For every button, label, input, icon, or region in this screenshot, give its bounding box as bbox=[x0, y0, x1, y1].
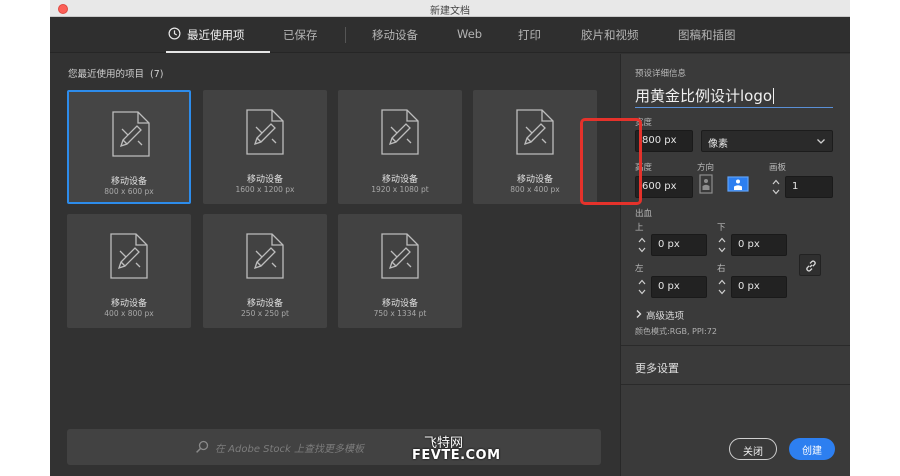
preset-size: 400 x 800 px bbox=[104, 309, 154, 318]
preset-size: 750 x 1334 pt bbox=[373, 309, 427, 318]
document-name-text: 用黄金比例设计logo bbox=[635, 87, 773, 105]
advanced-options-toggle[interactable]: 高级选项 bbox=[646, 308, 684, 322]
unit-select[interactable]: 像素 bbox=[701, 130, 833, 152]
close-button[interactable]: 关闭 bbox=[729, 438, 777, 460]
preset-name: 移动设备 bbox=[381, 299, 418, 309]
category-tabs: 最近使用项 已保存 移动设备 Web 打印 胶片和视频 图稿和插图 bbox=[50, 17, 850, 53]
preset-card[interactable]: 移动设备 400 x 800 px bbox=[67, 214, 191, 328]
watermark-site: FEVTE.COM bbox=[412, 448, 501, 463]
tab-film-video[interactable]: 胶片和视频 bbox=[581, 27, 639, 43]
preset-name: 移动设备 bbox=[516, 175, 553, 185]
portrait-icon[interactable] bbox=[697, 174, 715, 194]
preset-name: 移动设备 bbox=[381, 175, 418, 185]
recent-section-title: 您最近使用的项目 (7) bbox=[68, 66, 164, 80]
document-pencil-icon bbox=[381, 109, 419, 155]
more-settings-button[interactable]: 更多设置 bbox=[635, 360, 679, 376]
bleed-right-label: 右 bbox=[717, 264, 726, 274]
color-mode-info: 颜色模式:RGB, PPI:72 bbox=[635, 327, 717, 336]
search-icon bbox=[196, 440, 209, 453]
spinner-arrows-icon[interactable] bbox=[637, 234, 647, 256]
link-bleed-button[interactable] bbox=[799, 254, 821, 276]
spinner-arrows-icon[interactable] bbox=[717, 276, 727, 298]
preset-size: 800 x 400 px bbox=[510, 185, 560, 194]
stock-search-placeholder: 在 Adobe Stock 上查找更多模板 bbox=[215, 444, 365, 455]
window-title: 新建文档 bbox=[430, 6, 470, 17]
new-document-dialog: 新建文档 最近使用项 已保存 移动设备 Web 打印 胶片和视频 图稿和插图 您… bbox=[50, 0, 850, 476]
preset-name: 移动设备 bbox=[110, 299, 147, 309]
document-pencil-icon bbox=[112, 111, 150, 157]
recent-title-text: 您最近使用的项目 bbox=[68, 69, 145, 80]
tab-art-illustration[interactable]: 图稿和插图 bbox=[678, 27, 736, 43]
document-pencil-icon bbox=[381, 233, 419, 279]
active-tab-underline bbox=[166, 51, 270, 53]
preset-size: 250 x 250 pt bbox=[241, 309, 289, 318]
bleed-label: 出血 bbox=[635, 209, 653, 219]
tab-mobile[interactable]: 移动设备 bbox=[372, 27, 418, 43]
preset-card[interactable]: 移动设备 250 x 250 pt bbox=[203, 214, 327, 328]
tab-web[interactable]: Web bbox=[457, 27, 482, 41]
details-title: 预设详细信息 bbox=[635, 69, 687, 79]
bleed-right-field[interactable]: 0 px bbox=[731, 276, 787, 298]
spinner-arrows-icon[interactable] bbox=[771, 176, 781, 198]
spinner-arrows-icon[interactable] bbox=[637, 276, 647, 298]
width-field[interactable]: 800 px bbox=[635, 130, 693, 152]
preset-card[interactable]: 移动设备 800 x 400 px bbox=[473, 90, 597, 204]
preset-name: 移动设备 bbox=[110, 177, 147, 187]
bleed-bottom-field[interactable]: 0 px bbox=[731, 234, 787, 256]
document-pencil-icon bbox=[110, 233, 148, 279]
preset-card[interactable]: 移动设备 750 x 1334 pt bbox=[338, 214, 462, 328]
preset-size: 1600 x 1200 px bbox=[235, 185, 295, 194]
preset-card[interactable]: 移动设备 800 x 600 px bbox=[67, 90, 191, 204]
artboards-field[interactable]: 1 bbox=[785, 176, 833, 198]
height-field[interactable]: 600 px bbox=[635, 176, 693, 198]
presets-area: 您最近使用的项目 (7) 移动设备 800 x 600 px 移动设备 1600… bbox=[50, 54, 620, 476]
spinner-arrows-icon[interactable] bbox=[717, 234, 727, 256]
preset-name: 移动设备 bbox=[246, 299, 283, 309]
document-pencil-icon bbox=[516, 109, 554, 155]
landscape-icon[interactable] bbox=[727, 174, 749, 194]
chevron-down-icon bbox=[817, 139, 825, 144]
section-divider bbox=[621, 345, 850, 346]
preset-card[interactable]: 移动设备 1600 x 1200 px bbox=[203, 90, 327, 204]
document-pencil-icon bbox=[246, 233, 284, 279]
tab-recent[interactable]: 最近使用项 bbox=[187, 27, 245, 43]
recent-count: (7) bbox=[150, 69, 164, 80]
chevron-right-icon[interactable] bbox=[635, 309, 643, 319]
document-name-input[interactable]: 用黄金比例设计logo bbox=[635, 82, 833, 108]
clock-icon bbox=[168, 27, 181, 40]
unit-select-value: 像素 bbox=[708, 139, 728, 150]
document-pencil-icon bbox=[246, 109, 284, 155]
annotation-highlight-box bbox=[580, 118, 642, 205]
tab-separator bbox=[345, 27, 346, 43]
tab-saved[interactable]: 已保存 bbox=[283, 27, 318, 43]
text-caret bbox=[773, 88, 775, 104]
title-bar: 新建文档 bbox=[50, 0, 850, 17]
tab-print[interactable]: 打印 bbox=[518, 27, 541, 43]
stock-search-bar[interactable]: 在 Adobe Stock 上查找更多模板 bbox=[67, 429, 601, 465]
bleed-bottom-label: 下 bbox=[717, 223, 726, 233]
artboards-label: 画板 bbox=[769, 163, 787, 173]
bleed-left-label: 左 bbox=[635, 264, 644, 274]
bleed-left-field[interactable]: 0 px bbox=[651, 276, 707, 298]
orientation-label: 方向 bbox=[697, 163, 715, 173]
bleed-top-field[interactable]: 0 px bbox=[651, 234, 707, 256]
preset-size: 1920 x 1080 pt bbox=[371, 185, 429, 194]
section-divider bbox=[621, 384, 850, 385]
bleed-top-label: 上 bbox=[635, 223, 644, 233]
link-icon bbox=[806, 260, 816, 272]
preset-details-panel: 预设详细信息 用黄金比例设计logo 宽度 800 px 像素 高度 600 p… bbox=[620, 54, 850, 476]
create-button[interactable]: 创建 bbox=[789, 438, 835, 460]
preset-size: 800 x 600 px bbox=[104, 187, 154, 196]
preset-card[interactable]: 移动设备 1920 x 1080 pt bbox=[338, 90, 462, 204]
preset-name: 移动设备 bbox=[246, 175, 283, 185]
